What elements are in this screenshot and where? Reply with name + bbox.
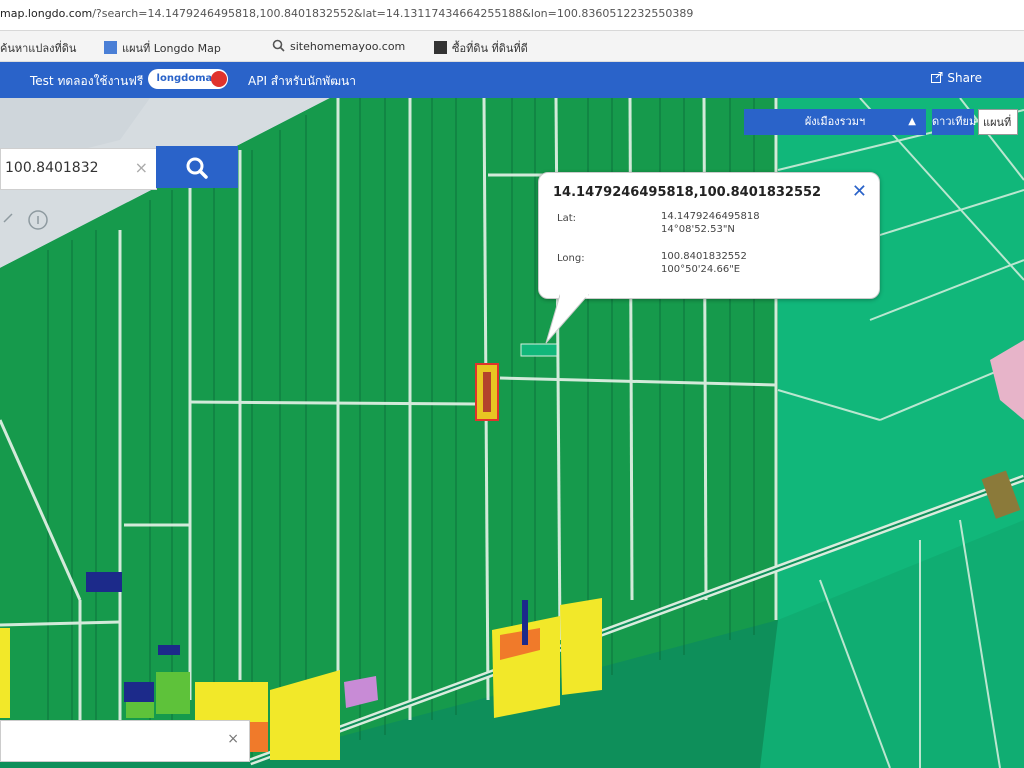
search-icon xyxy=(272,39,285,52)
layer-select-label: ผังเมืองรวมฯ xyxy=(804,115,866,128)
site-header: Test ทดลองใช้งานฟรี longdomap API สำหรับ… xyxy=(0,62,1024,98)
chevron-up-icon: ▲ xyxy=(908,116,916,127)
page-icon xyxy=(434,41,447,54)
url-text[interactable]: map.longdo.com/?search=14.1479246495818,… xyxy=(0,7,693,20)
bookmark-label: ค้นหาแปลงที่ดิน xyxy=(0,42,77,55)
bookmark-item[interactable]: แผนที่ Longdo Map xyxy=(104,39,221,57)
lat-decimal: 14.1479246495818 xyxy=(661,211,760,222)
search-field[interactable]: × xyxy=(0,148,157,190)
map-compass[interactable] xyxy=(0,198,60,238)
popup-pointer xyxy=(545,294,590,344)
search-input[interactable] xyxy=(3,159,125,177)
map-icon xyxy=(104,41,117,54)
bottom-panel: × xyxy=(0,720,250,762)
navy-zone xyxy=(86,572,122,592)
search-icon xyxy=(186,157,208,179)
location-popup: 14.1479246495818,100.8401832552 ✕ Lat: 1… xyxy=(538,172,880,299)
close-icon[interactable]: ✕ xyxy=(852,181,867,202)
bookmark-item[interactable]: ค้นหาแปลงที่ดิน xyxy=(0,39,76,57)
lime-zone xyxy=(156,672,190,714)
layer-control: ผังเมืองรวมฯ ▲ ดาวเทียม แผนที่ xyxy=(744,109,1018,135)
bookmarks-bar: ค้นหาแปลงที่ดิน แผนที่ Longdo Map siteho… xyxy=(0,31,1024,62)
share-label: Share xyxy=(947,71,982,85)
bookmark-item[interactable]: sitehomemayoo.com xyxy=(272,39,405,53)
tab-api[interactable]: API สำหรับนักพัฒนา xyxy=(248,72,356,91)
long-decimal: 100.8401832552 xyxy=(661,251,747,262)
bookmark-item[interactable]: ซื้อที่ดิน ที่ดินที่ดี xyxy=(434,39,528,57)
layer-map-button[interactable]: แผนที่ xyxy=(978,109,1018,135)
bookmark-label: แผนที่ Longdo Map xyxy=(122,42,221,55)
compass-icon xyxy=(3,210,48,230)
layer-select[interactable]: ผังเมืองรวมฯ ▲ xyxy=(744,109,926,135)
lat-dms: 14°08'52.53"N xyxy=(661,224,735,235)
url-domain: map.longdo.com xyxy=(0,7,93,20)
longdo-badge[interactable]: longdomap xyxy=(148,69,228,89)
url-query: /?search=14.1479246495818,100.8401832552… xyxy=(92,7,694,20)
popup-title: 14.1479246495818,100.8401832552 xyxy=(553,185,822,200)
long-dms: 100°50'24.66"E xyxy=(661,264,741,275)
share-button[interactable]: Share xyxy=(931,71,982,85)
search-button[interactable] xyxy=(156,146,238,188)
close-icon[interactable]: × xyxy=(227,731,239,747)
clear-icon[interactable]: × xyxy=(135,158,148,177)
address-bar[interactable]: map.longdo.com/?search=14.1479246495818,… xyxy=(0,0,1024,31)
tab-test[interactable]: Test ทดลองใช้งานฟรี xyxy=(30,72,143,91)
long-label: Long: xyxy=(557,253,585,264)
share-icon xyxy=(931,72,943,83)
bookmark-label: sitehomemayoo.com xyxy=(290,40,406,53)
bookmark-label: ซื้อที่ดิน ที่ดินที่ดี xyxy=(452,42,528,55)
lat-label: Lat: xyxy=(557,213,576,224)
badge-dot-icon xyxy=(211,71,227,87)
layer-satellite-button[interactable]: ดาวเทียม xyxy=(932,109,976,135)
